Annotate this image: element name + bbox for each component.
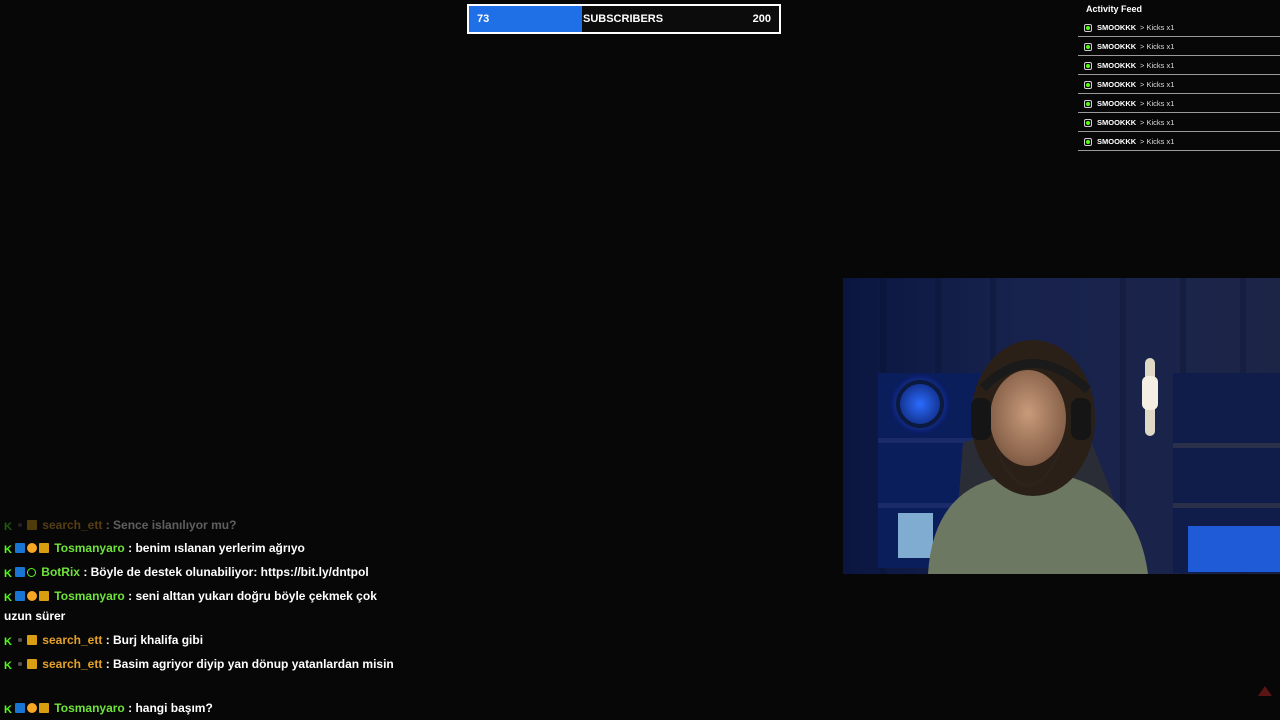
activity-feed-item: SMOOKKK > Kicks x1 [1078,57,1280,75]
activity-feed-user: SMOOKKK [1097,99,1137,108]
chat-text: : hangi başım? [128,701,213,715]
streamer-webcam [843,278,1280,574]
activity-feed-action: > Kicks x1 [1140,23,1175,32]
activity-feed-action: > Kicks x1 [1140,61,1175,70]
chat-text: : Burj khalifa gibi [105,633,204,647]
activity-feed-item: SMOOKKK > Kicks x1 [1078,114,1280,132]
chat-message: K Tosmanyaro : seni alttan yukarı doğru … [4,586,399,626]
chat-message: K Tosmanyaro : hangi başım? [4,698,399,718]
kick-icon [1084,62,1092,70]
crown-icon [26,635,37,645]
crown-icon [26,659,37,669]
vip-icon [26,703,37,713]
kick-icon [1084,138,1092,146]
dot-icon [17,523,22,527]
chat-text: : Sence islanılıyor mu? [105,518,237,532]
chat-text: : Basim agriyor diyip yan dönup yatanlar… [105,657,394,671]
chat-overlay: K search_ett : Sence islanılıyor mu? K T… [0,516,420,720]
chat-username: Tosmanyaro [54,589,125,603]
kick-icon: K [4,636,12,648]
kick-icon: K [4,592,12,604]
activity-feed-user: SMOOKKK [1097,118,1137,127]
chat-username: search_ett [42,518,103,532]
kick-icon: K [4,544,12,556]
vip-icon [26,591,37,601]
subscriber-icon [14,703,25,713]
subscriber-icon [14,567,25,577]
subscriber-icon [14,591,25,601]
activity-feed-item: SMOOKKK > Kicks x1 [1078,19,1280,37]
activity-feed-item: SMOOKKK > Kicks x1 [1078,133,1280,151]
chat-message: K BotRix : Böyle de destek olunabiliyor:… [4,562,399,582]
dot-icon [17,662,22,666]
kick-icon: K [4,521,12,533]
kick-icon [1084,24,1092,32]
crown-icon [38,591,49,601]
chat-message: K search_ett : Sence islanılıyor mu? [4,516,399,535]
chat-username: Tosmanyaro [54,701,125,715]
dot-icon [17,638,22,642]
activity-feed-action: > Kicks x1 [1140,118,1175,127]
subscriber-goal-label: SUBSCRIBERS [583,13,664,25]
chat-text: : benim ıslanan yerlerim ağrıyo [128,541,305,555]
bot-icon [26,568,36,577]
kick-icon [1084,119,1092,127]
activity-feed-action: > Kicks x1 [1140,42,1175,51]
activity-feed-action: > Kicks x1 [1140,137,1175,146]
chat-username: search_ett [42,633,103,647]
kick-icon: K [4,568,12,580]
activity-feed-action: > Kicks x1 [1140,80,1175,89]
activity-feed-user: SMOOKKK [1097,80,1137,89]
webcam-scene [843,278,1280,574]
chat-username: BotRix [41,565,80,579]
activity-feed-action: > Kicks x1 [1140,99,1175,108]
kick-logo-watermark-icon [1258,686,1272,696]
vip-icon [26,543,37,553]
activity-feed-item: SMOOKKK > Kicks x1 [1078,95,1280,113]
activity-feed-user: SMOOKKK [1097,137,1137,146]
activity-feed-item: SMOOKKK > Kicks x1 [1078,76,1280,94]
kick-icon: K [4,660,12,672]
kick-icon [1084,100,1092,108]
activity-feed-user: SMOOKKK [1097,42,1137,51]
activity-feed-title: Activity Feed [1086,4,1143,14]
chat-username: search_ett [42,657,103,671]
crown-icon [38,703,49,713]
activity-feed-user: SMOOKKK [1097,23,1137,32]
crown-icon [38,543,49,553]
chat-username: Tosmanyaro [54,541,125,555]
crown-icon [26,520,37,530]
chat-message: K Tosmanyaro : benim ıslanan yerlerim ağ… [4,538,399,558]
chat-message: K search_ett : Burj khalifa gibi [4,630,399,650]
subscriber-icon [14,543,25,553]
activity-feed-item: SMOOKKK > Kicks x1 [1078,38,1280,56]
kick-icon: K [4,704,12,716]
subscriber-target-count: 200 [752,13,771,25]
chat-text: : Böyle de destek olunabiliyor: https://… [83,565,369,579]
subscriber-goal-bar: 73 SUBSCRIBERS 200 [467,4,781,34]
kick-icon [1084,43,1092,51]
chat-message: K search_ett : Basim agriyor diyip yan d… [4,654,399,674]
kick-icon [1084,81,1092,89]
subscriber-current-count: 73 [477,13,490,25]
activity-feed-user: SMOOKKK [1097,61,1137,70]
activity-feed: Activity Feed SMOOKKK > Kicks x1 SMOOKKK… [1078,0,1280,160]
